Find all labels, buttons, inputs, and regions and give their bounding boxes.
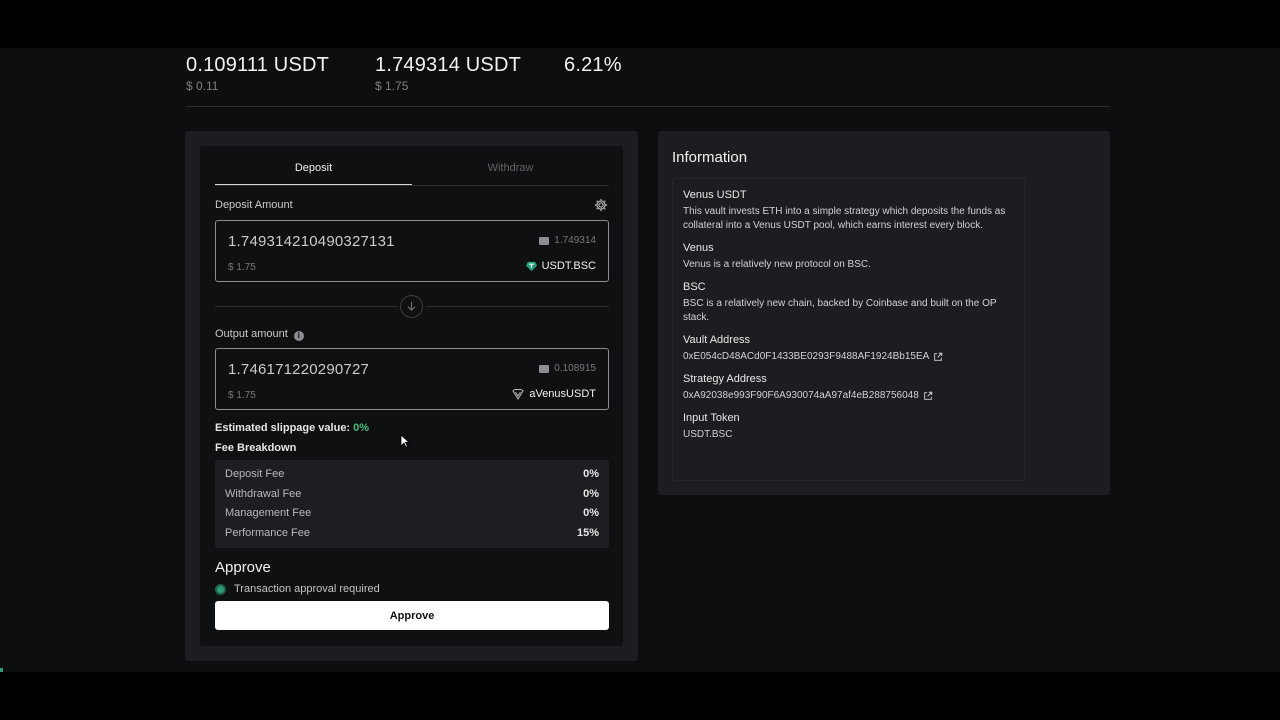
deposit-token-label: USDT.BSC bbox=[541, 260, 596, 272]
output-token: aVenusUSDT bbox=[512, 388, 596, 400]
gear-icon[interactable] bbox=[594, 198, 608, 212]
slippage-label: Estimated slippage value: bbox=[215, 422, 351, 434]
output-amount-value: 1.746171220290727 bbox=[228, 361, 370, 378]
strategy-address[interactable]: 0xA92038e993F90F6A930074aA97af4eB2887560… bbox=[683, 389, 919, 403]
mouse-cursor-icon bbox=[400, 434, 410, 448]
stat-deposited: 1.749314 USDT $ 1.75 bbox=[375, 54, 564, 93]
fee-name: Deposit Fee bbox=[225, 468, 285, 480]
slippage-estimate: Estimated slippage value: 0% bbox=[215, 422, 369, 434]
usdt-token-icon bbox=[525, 261, 537, 271]
letterbox-bottom bbox=[0, 672, 1280, 720]
output-balance-value: 0.108915 bbox=[554, 363, 596, 374]
deposit-balance-value: 1.749314 bbox=[554, 235, 596, 246]
info-section: Vault Address 0xE054cD48ACd0F1433BE0293F… bbox=[683, 334, 1014, 364]
vault-address-row: 0xE054cD48ACd0F1433BE0293F9488AF1924Bb15… bbox=[683, 350, 1014, 364]
wallet-icon bbox=[539, 236, 550, 245]
info-heading: BSC bbox=[683, 281, 706, 293]
info-heading: Strategy Address bbox=[683, 373, 767, 385]
vault-stats: 0.109111 USDT $ 0.11 1.749314 USDT $ 1.7… bbox=[186, 54, 753, 93]
app-stage: 0.109111 USDT $ 0.11 1.749314 USDT $ 1.7… bbox=[0, 48, 1280, 672]
divider bbox=[186, 106, 1110, 107]
vault-address[interactable]: 0xE054cD48ACd0F1433BE0293F9488AF1924Bb15… bbox=[683, 350, 929, 364]
swap-direction-button[interactable] bbox=[400, 295, 423, 318]
fee-value: 15% bbox=[576, 526, 599, 539]
fee-value: 0% bbox=[583, 507, 599, 519]
info-heading: Venus bbox=[683, 242, 714, 254]
output-amount-label-row: Output amount i bbox=[215, 328, 304, 341]
output-amount-label: Output amount bbox=[215, 328, 288, 340]
information-panel: Information Venus USDT This vault invest… bbox=[658, 131, 1110, 495]
deposit-amount-label: Deposit Amount bbox=[215, 199, 293, 211]
fee-value: 0% bbox=[583, 468, 599, 480]
fee-name: Management Fee bbox=[225, 507, 312, 519]
info-icon[interactable]: i bbox=[293, 331, 304, 341]
venus-token-icon bbox=[512, 388, 525, 400]
fee-value: 0% bbox=[583, 487, 599, 500]
status-dot-icon bbox=[215, 583, 226, 595]
fee-row: Management Fee 0% bbox=[225, 504, 599, 524]
output-amount-box: 1.746171220290727 $ 1.75 0.108915 aVenus… bbox=[215, 348, 609, 410]
info-section: BSC BSC is a relatively new chain, backe… bbox=[683, 281, 1014, 325]
deposit-card: Deposit Withdraw Deposit Amount 1.749314… bbox=[200, 146, 623, 646]
info-section: Venus USDT This vault invests ETH into a… bbox=[683, 189, 1014, 233]
external-link-icon[interactable] bbox=[923, 391, 933, 401]
stat-usd: $ 0.11 bbox=[186, 79, 219, 93]
deposit-amount-usd: $ 1.75 bbox=[228, 262, 256, 273]
info-section: Strategy Address 0xA92038e993F90F6A93007… bbox=[683, 373, 1014, 403]
tab-deposit[interactable]: Deposit bbox=[215, 154, 412, 185]
deposit-token-selector[interactable]: USDT.BSC bbox=[525, 260, 596, 272]
divider bbox=[426, 306, 609, 307]
output-token-label: aVenusUSDT bbox=[529, 388, 596, 400]
info-body: USDT.BSC bbox=[683, 429, 733, 440]
approve-button[interactable]: Approve bbox=[215, 601, 609, 630]
divider bbox=[215, 306, 398, 307]
output-balance: 0.108915 bbox=[539, 363, 596, 374]
fee-row: Deposit Fee 0% bbox=[225, 465, 599, 485]
stat-value: 0.109111 USDT bbox=[186, 54, 330, 76]
wallet-icon bbox=[539, 364, 550, 373]
info-body: Venus is a relatively new protocol on BS… bbox=[683, 259, 871, 270]
stat-value: 1.749314 USDT bbox=[375, 54, 522, 76]
deposit-amount-input[interactable]: 1.749314210490327131 $ 1.75 1.749314 USD… bbox=[215, 220, 609, 282]
info-section: Venus Venus is a relatively new protocol… bbox=[683, 242, 1014, 272]
info-section: Input Token USDT.BSC bbox=[683, 412, 1014, 442]
info-body: This vault invests ETH into a simple str… bbox=[683, 206, 1006, 231]
stat-value: 6.21% bbox=[564, 54, 622, 76]
fee-name: Withdrawal Fee bbox=[225, 487, 302, 500]
tab-withdraw[interactable]: Withdraw bbox=[412, 154, 609, 185]
deposit-panel: Deposit Withdraw Deposit Amount 1.749314… bbox=[185, 131, 638, 661]
fee-name: Performance Fee bbox=[225, 526, 310, 539]
approve-title: Approve bbox=[215, 559, 271, 576]
fee-breakdown-title: Fee Breakdown bbox=[215, 442, 297, 454]
deposit-amount-value[interactable]: 1.749314210490327131 bbox=[228, 233, 395, 250]
fee-row: Performance Fee 15% bbox=[225, 524, 599, 544]
slippage-value: 0% bbox=[353, 422, 370, 434]
approval-status: Transaction approval required bbox=[215, 583, 380, 595]
information-box: Venus USDT This vault invests ETH into a… bbox=[672, 178, 1025, 481]
info-heading: Vault Address bbox=[683, 334, 751, 346]
stat-usd: $ 1.75 bbox=[375, 79, 409, 93]
stat-balance: 0.109111 USDT $ 0.11 bbox=[186, 54, 375, 93]
deposit-balance[interactable]: 1.749314 bbox=[539, 235, 596, 246]
external-link-icon[interactable] bbox=[933, 352, 943, 362]
info-heading: Venus USDT bbox=[683, 189, 747, 201]
info-body: BSC is a relatively new chain, backed by… bbox=[683, 298, 997, 323]
stat-apy: 6.21% bbox=[564, 54, 753, 93]
deposit-withdraw-tabs: Deposit Withdraw bbox=[215, 154, 609, 186]
information-title: Information bbox=[672, 149, 748, 166]
arrow-down-icon bbox=[407, 301, 416, 311]
approval-status-text: Transaction approval required bbox=[234, 583, 380, 595]
letterbox-top bbox=[0, 0, 1280, 48]
fee-breakdown-table: Deposit Fee 0% Withdrawal Fee 0% Managem… bbox=[215, 460, 609, 548]
strategy-address-row: 0xA92038e993F90F6A930074aA97af4eB2887560… bbox=[683, 389, 1014, 403]
info-heading: Input Token bbox=[683, 412, 740, 424]
fee-row: Withdrawal Fee 0% bbox=[225, 485, 599, 505]
output-amount-usd: $ 1.75 bbox=[228, 390, 256, 401]
